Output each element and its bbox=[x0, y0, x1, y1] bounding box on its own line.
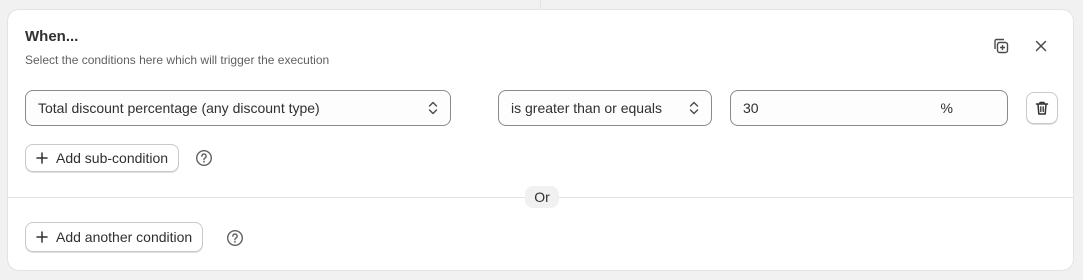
card-title: When... bbox=[25, 28, 79, 45]
or-separator: Or bbox=[525, 186, 559, 208]
plus-icon bbox=[36, 231, 48, 243]
condition-field-value: Total discount percentage (any discount … bbox=[38, 100, 320, 116]
delete-condition-button[interactable] bbox=[1026, 92, 1058, 124]
question-circle-icon[interactable] bbox=[195, 149, 213, 167]
value-input[interactable]: 30 % bbox=[730, 90, 1008, 126]
select-chevron-icon bbox=[689, 101, 699, 115]
condition-card: When... Select the conditions here which… bbox=[7, 9, 1074, 271]
trash-icon bbox=[1035, 101, 1049, 115]
close-icon bbox=[1035, 40, 1047, 52]
select-chevron-icon bbox=[428, 101, 438, 115]
add-sub-condition-button[interactable]: Add sub-condition bbox=[25, 144, 180, 172]
operator-value: is greater than or equals bbox=[511, 100, 662, 116]
add-sub-condition-label: Add sub-condition bbox=[56, 150, 169, 166]
close-button[interactable] bbox=[1027, 32, 1055, 60]
add-another-condition-button[interactable]: Add another condition bbox=[25, 222, 204, 252]
value-input-text[interactable]: 30 bbox=[743, 100, 941, 116]
add-another-condition-label: Add another condition bbox=[56, 229, 193, 245]
duplicate-button[interactable] bbox=[987, 32, 1015, 60]
duplicate-icon bbox=[994, 38, 1009, 54]
question-circle-icon[interactable] bbox=[226, 229, 244, 247]
operator-select[interactable]: is greater than or equals bbox=[498, 90, 712, 126]
plus-icon bbox=[36, 152, 48, 164]
card-subtitle: Select the conditions here which will tr… bbox=[25, 53, 330, 67]
value-input-suffix: % bbox=[940, 100, 953, 116]
condition-field-select[interactable]: Total discount percentage (any discount … bbox=[25, 90, 451, 126]
